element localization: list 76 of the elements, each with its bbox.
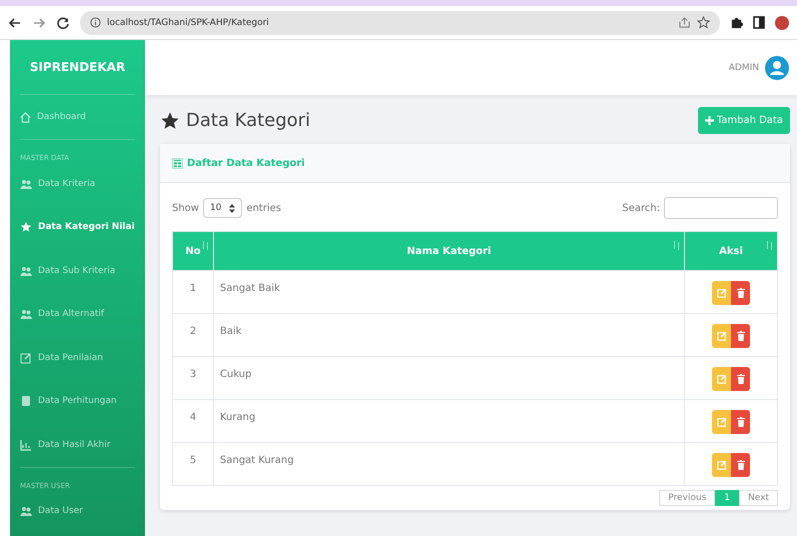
column-header[interactable]: Nama Kategori (214, 232, 684, 270)
users-icon (20, 178, 32, 190)
sidebar-item[interactable]: Data Sub Kriteria (10, 249, 145, 292)
panel-icon[interactable] (753, 16, 765, 29)
column-header[interactable]: No (172, 232, 214, 270)
table-cell: 3 (172, 356, 214, 400)
home-icon (20, 112, 31, 122)
edit-icon (20, 352, 32, 364)
table-cell: Baik (214, 314, 684, 356)
card-title: Daftar Data Kategori (187, 158, 305, 168)
table-cell: 1 (172, 270, 214, 314)
edit-icon (716, 288, 726, 298)
sidebar-item[interactable]: Data Kategori Nilai (10, 206, 145, 249)
table-icon (172, 158, 183, 168)
delete-button[interactable] (731, 324, 750, 348)
back-icon[interactable] (8, 16, 22, 30)
trash-icon (736, 460, 744, 470)
add-button[interactable]: Tambah Data (698, 107, 790, 134)
profile-avatar[interactable] (775, 16, 789, 30)
page-title: Data Kategori (186, 110, 310, 131)
pagination-button[interactable]: 1 (715, 490, 740, 506)
reload-icon[interactable] (56, 16, 70, 30)
sidebar-item[interactable]: Data Penilaian (10, 336, 145, 380)
user-avatar-icon[interactable] (765, 56, 789, 80)
delete-button[interactable] (731, 281, 750, 305)
delete-button[interactable] (731, 367, 750, 391)
users-icon (20, 264, 32, 277)
plus-icon (704, 116, 714, 125)
table-cell: Sangat Kurang (214, 442, 684, 486)
sidebar-item[interactable]: Data Kriteria (10, 162, 145, 206)
delete-button[interactable] (731, 453, 750, 477)
info-icon (90, 17, 101, 28)
show-label: Show (172, 202, 199, 214)
page-size-select[interactable]: 10 (202, 198, 242, 218)
table-cell: Kurang (214, 400, 684, 442)
trash-icon (736, 417, 744, 427)
edit-icon (716, 374, 726, 384)
edit-icon (716, 331, 726, 341)
trash-icon (736, 374, 744, 384)
trash-icon (736, 288, 744, 298)
sidebar-item[interactable]: Data Alternatif (10, 292, 145, 336)
user-name[interactable]: ADMIN (728, 62, 759, 72)
pagination-button[interactable]: Next (739, 490, 778, 506)
star-icon[interactable] (697, 16, 710, 29)
search-label: Search: (622, 202, 660, 214)
star-icon (20, 221, 32, 234)
sidebar-item[interactable]: Dashboard (10, 95, 145, 139)
sort-icon (673, 241, 680, 250)
trash-icon (736, 331, 744, 341)
table-cell: Sangat Baik (214, 270, 684, 314)
share-icon[interactable] (678, 16, 691, 29)
pagination-button[interactable]: Previous (659, 490, 716, 506)
chart-icon (20, 438, 32, 451)
puzzle-icon[interactable] (730, 16, 743, 29)
sidebar-item[interactable]: Data Perhitungan (10, 380, 145, 423)
forward-icon[interactable] (32, 16, 46, 30)
users-icon (20, 505, 32, 518)
star-icon (160, 110, 180, 130)
updown-icon (229, 204, 236, 212)
sort-icon (202, 241, 209, 250)
entries-label: entries (246, 202, 282, 214)
table-cell: 2 (172, 314, 214, 356)
edit-icon (716, 460, 726, 470)
address-bar[interactable]: localhost/TAGhani/SPK-AHP/Kategori (80, 10, 720, 34)
brand-title: SIPRENDEKAR (28, 59, 126, 76)
table-cell: 4 (172, 400, 214, 442)
sort-icon (766, 241, 773, 250)
edit-icon (716, 417, 726, 427)
table-cell: Cukup (214, 356, 684, 400)
search-field[interactable] (664, 197, 778, 219)
sidebar-item[interactable]: Data Hasil Akhir (10, 423, 145, 466)
delete-button[interactable] (731, 410, 750, 434)
table-cell: 5 (172, 442, 214, 486)
column-header[interactable]: Aksi (684, 232, 778, 270)
sidebar-item[interactable]: Data User (10, 490, 145, 533)
users-icon (20, 308, 32, 320)
